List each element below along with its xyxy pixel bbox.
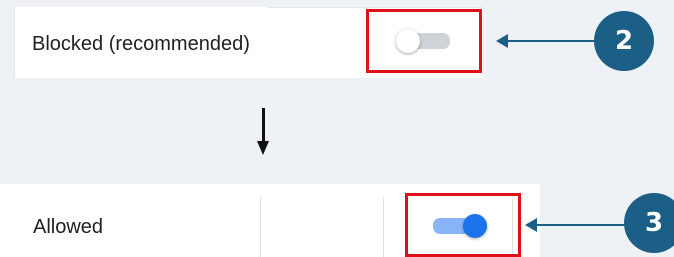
column-divider <box>383 197 384 257</box>
down-arrow-icon <box>257 108 270 156</box>
column-divider <box>260 197 261 257</box>
blocked-toggle-switch[interactable] <box>396 29 450 53</box>
allowed-toggle-switch[interactable] <box>433 214 487 238</box>
step-badge-2: 2 <box>594 11 654 71</box>
toggle-knob <box>463 214 487 238</box>
left-arrow-icon <box>525 218 627 232</box>
left-arrow-icon <box>496 34 598 48</box>
step-badge-3: 3 <box>624 193 674 253</box>
toggle-knob <box>396 29 420 53</box>
row-divider <box>267 7 483 8</box>
allowed-label: Allowed <box>33 216 104 238</box>
blocked-label: Blocked (recommended) <box>32 33 250 55</box>
